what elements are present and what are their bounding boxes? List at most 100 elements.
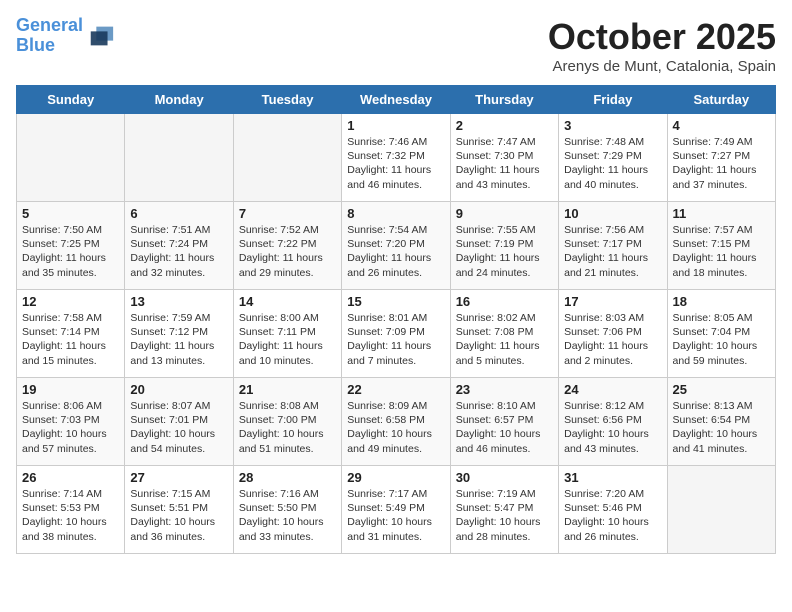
day-info: Sunrise: 7:19 AMSunset: 5:47 PMDaylight:… xyxy=(456,487,553,544)
day-number: 4 xyxy=(673,118,770,133)
calendar-cell: 4 Sunrise: 7:49 AMSunset: 7:27 PMDaylight… xyxy=(667,114,775,202)
day-number: 13 xyxy=(130,294,227,309)
day-info: Sunrise: 8:03 AMSunset: 7:06 PMDaylight:… xyxy=(564,311,661,368)
calendar-body: 1 Sunrise: 7:46 AMSunset: 7:32 PMDaylight… xyxy=(17,114,776,554)
day-info: Sunrise: 7:55 AMSunset: 7:19 PMDaylight:… xyxy=(456,223,553,280)
calendar-cell: 20 Sunrise: 8:07 AMSunset: 7:01 PMDayligh… xyxy=(125,378,233,466)
calendar-cell: 10 Sunrise: 7:56 AMSunset: 7:17 PMDayligh… xyxy=(559,202,667,290)
day-number: 12 xyxy=(22,294,119,309)
calendar-cell: 22 Sunrise: 8:09 AMSunset: 6:58 PMDayligh… xyxy=(342,378,450,466)
weekday-header-wednesday: Wednesday xyxy=(342,86,450,114)
logo-general: General xyxy=(16,15,83,35)
day-number: 18 xyxy=(673,294,770,309)
day-number: 25 xyxy=(673,382,770,397)
calendar-cell: 24 Sunrise: 8:12 AMSunset: 6:56 PMDayligh… xyxy=(559,378,667,466)
day-info: Sunrise: 7:58 AMSunset: 7:14 PMDaylight:… xyxy=(22,311,119,368)
weekday-header-monday: Monday xyxy=(125,86,233,114)
day-number: 31 xyxy=(564,470,661,485)
calendar-cell: 23 Sunrise: 8:10 AMSunset: 6:57 PMDayligh… xyxy=(450,378,558,466)
day-info: Sunrise: 8:06 AMSunset: 7:03 PMDaylight:… xyxy=(22,399,119,456)
page-header: General Blue October 2025 Arenys de Munt… xyxy=(16,16,776,75)
calendar-cell: 27Sunrise: 7:15 AMSunset: 5:51 PMDayligh… xyxy=(125,466,233,554)
calendar-cell: 11 Sunrise: 7:57 AMSunset: 7:15 PMDayligh… xyxy=(667,202,775,290)
day-info: Sunrise: 8:13 AMSunset: 6:54 PMDaylight:… xyxy=(673,399,770,456)
day-number: 26 xyxy=(22,470,119,485)
calendar-cell xyxy=(667,466,775,554)
day-number: 29 xyxy=(347,470,444,485)
calendar-cell: 30 Sunrise: 7:19 AMSunset: 5:47 PMDayligh… xyxy=(450,466,558,554)
calendar-cell xyxy=(125,114,233,202)
day-number: 23 xyxy=(456,382,553,397)
day-number: 8 xyxy=(347,206,444,221)
calendar-cell: 18 Sunrise: 8:05 AMSunset: 7:04 PMDayligh… xyxy=(667,290,775,378)
week-row-2: 5Sunrise: 7:50 AMSunset: 7:25 PMDaylight… xyxy=(17,202,776,290)
calendar-cell: 3Sunrise: 7:48 AMSunset: 7:29 PMDaylight… xyxy=(559,114,667,202)
logo-text: General Blue xyxy=(16,16,83,56)
calendar-cell: 13 Sunrise: 7:59 AMSunset: 7:12 PMDayligh… xyxy=(125,290,233,378)
day-info: Sunrise: 7:20 AMSunset: 5:46 PMDaylight:… xyxy=(564,487,661,544)
day-number: 16 xyxy=(456,294,553,309)
calendar-cell: 7Sunrise: 7:52 AMSunset: 7:22 PMDaylight… xyxy=(233,202,341,290)
day-number: 11 xyxy=(673,206,770,221)
calendar-cell: 25 Sunrise: 8:13 AMSunset: 6:54 PMDayligh… xyxy=(667,378,775,466)
day-number: 1 xyxy=(347,118,444,133)
calendar-cell: 8Sunrise: 7:54 AMSunset: 7:20 PMDaylight… xyxy=(342,202,450,290)
day-info: Sunrise: 7:47 AMSunset: 7:30 PMDaylight:… xyxy=(456,135,553,192)
weekday-header-saturday: Saturday xyxy=(667,86,775,114)
day-info: Sunrise: 7:56 AMSunset: 7:17 PMDaylight:… xyxy=(564,223,661,280)
day-number: 22 xyxy=(347,382,444,397)
location: Arenys de Munt, Catalonia, Spain xyxy=(548,58,776,75)
day-info: Sunrise: 7:49 AMSunset: 7:27 PMDaylight:… xyxy=(673,135,770,192)
week-row-3: 12 Sunrise: 7:58 AMSunset: 7:14 PMDayligh… xyxy=(17,290,776,378)
day-info: Sunrise: 7:15 AMSunset: 5:51 PMDaylight:… xyxy=(130,487,227,544)
day-number: 6 xyxy=(130,206,227,221)
day-info: Sunrise: 8:01 AMSunset: 7:09 PMDaylight:… xyxy=(347,311,444,368)
day-info: Sunrise: 7:57 AMSunset: 7:15 PMDaylight:… xyxy=(673,223,770,280)
day-number: 9 xyxy=(456,206,553,221)
logo-icon xyxy=(87,22,115,50)
calendar-cell: 6 Sunrise: 7:51 AMSunset: 7:24 PMDaylight… xyxy=(125,202,233,290)
day-number: 24 xyxy=(564,382,661,397)
calendar-cell: 9 Sunrise: 7:55 AMSunset: 7:19 PMDaylight… xyxy=(450,202,558,290)
calendar-cell: 26Sunrise: 7:14 AMSunset: 5:53 PMDayligh… xyxy=(17,466,125,554)
day-info: Sunrise: 8:12 AMSunset: 6:56 PMDaylight:… xyxy=(564,399,661,456)
weekday-header-sunday: Sunday xyxy=(17,86,125,114)
calendar-cell xyxy=(233,114,341,202)
day-info: Sunrise: 7:59 AMSunset: 7:12 PMDaylight:… xyxy=(130,311,227,368)
day-info: Sunrise: 7:52 AMSunset: 7:22 PMDaylight:… xyxy=(239,223,336,280)
week-row-4: 19Sunrise: 8:06 AMSunset: 7:03 PMDayligh… xyxy=(17,378,776,466)
day-number: 10 xyxy=(564,206,661,221)
day-number: 30 xyxy=(456,470,553,485)
day-info: Sunrise: 8:07 AMSunset: 7:01 PMDaylight:… xyxy=(130,399,227,456)
calendar-cell: 14Sunrise: 8:00 AMSunset: 7:11 PMDayligh… xyxy=(233,290,341,378)
calendar-header: SundayMondayTuesdayWednesdayThursdayFrid… xyxy=(17,86,776,114)
logo-blue: Blue xyxy=(16,35,55,55)
day-info: Sunrise: 7:48 AMSunset: 7:29 PMDaylight:… xyxy=(564,135,661,192)
weekday-header-thursday: Thursday xyxy=(450,86,558,114)
week-row-1: 1 Sunrise: 7:46 AMSunset: 7:32 PMDaylight… xyxy=(17,114,776,202)
calendar-cell: 15 Sunrise: 8:01 AMSunset: 7:09 PMDayligh… xyxy=(342,290,450,378)
calendar-cell: 29Sunrise: 7:17 AMSunset: 5:49 PMDayligh… xyxy=(342,466,450,554)
day-number: 5 xyxy=(22,206,119,221)
weekday-row: SundayMondayTuesdayWednesdayThursdayFrid… xyxy=(17,86,776,114)
day-number: 21 xyxy=(239,382,336,397)
calendar-cell: 31 Sunrise: 7:20 AMSunset: 5:46 PMDayligh… xyxy=(559,466,667,554)
day-info: Sunrise: 8:10 AMSunset: 6:57 PMDaylight:… xyxy=(456,399,553,456)
calendar-cell: 16 Sunrise: 8:02 AMSunset: 7:08 PMDayligh… xyxy=(450,290,558,378)
weekday-header-tuesday: Tuesday xyxy=(233,86,341,114)
calendar-cell: 17Sunrise: 8:03 AMSunset: 7:06 PMDayligh… xyxy=(559,290,667,378)
calendar-cell: 2Sunrise: 7:47 AMSunset: 7:30 PMDaylight… xyxy=(450,114,558,202)
day-info: Sunrise: 7:16 AMSunset: 5:50 PMDaylight:… xyxy=(239,487,336,544)
day-info: Sunrise: 8:09 AMSunset: 6:58 PMDaylight:… xyxy=(347,399,444,456)
day-number: 15 xyxy=(347,294,444,309)
calendar-cell: 12 Sunrise: 7:58 AMSunset: 7:14 PMDayligh… xyxy=(17,290,125,378)
calendar-table: SundayMondayTuesdayWednesdayThursdayFrid… xyxy=(16,85,776,554)
day-info: Sunrise: 8:02 AMSunset: 7:08 PMDaylight:… xyxy=(456,311,553,368)
day-info: Sunrise: 7:51 AMSunset: 7:24 PMDaylight:… xyxy=(130,223,227,280)
day-info: Sunrise: 8:05 AMSunset: 7:04 PMDaylight:… xyxy=(673,311,770,368)
day-number: 20 xyxy=(130,382,227,397)
day-info: Sunrise: 7:46 AMSunset: 7:32 PMDaylight:… xyxy=(347,135,444,192)
calendar-cell: 1 Sunrise: 7:46 AMSunset: 7:32 PMDaylight… xyxy=(342,114,450,202)
day-number: 28 xyxy=(239,470,336,485)
calendar-cell: 5Sunrise: 7:50 AMSunset: 7:25 PMDaylight… xyxy=(17,202,125,290)
